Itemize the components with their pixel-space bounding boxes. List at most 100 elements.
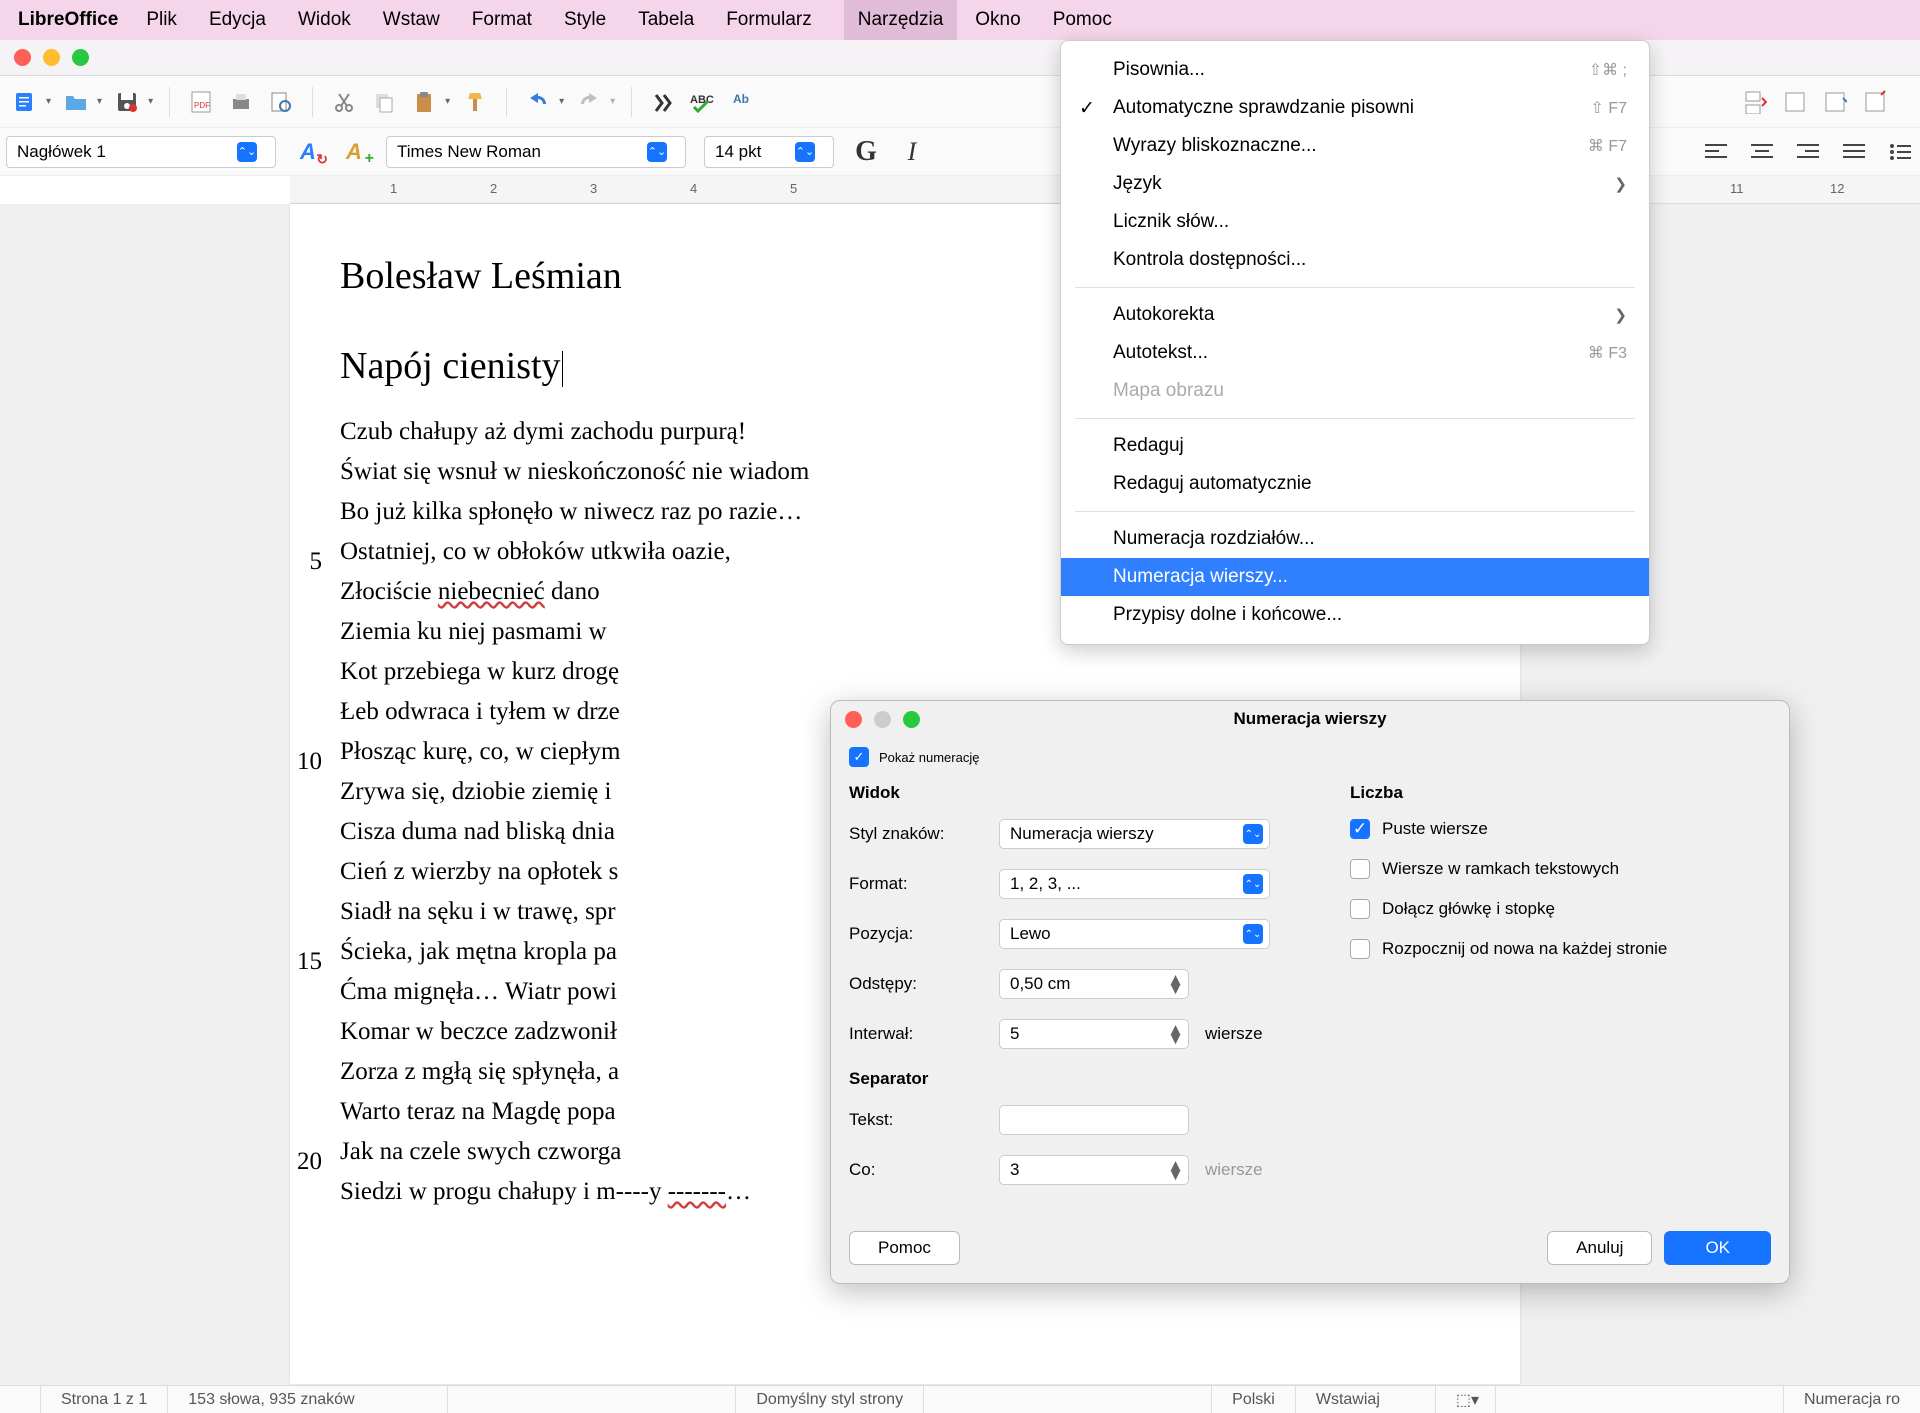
spacing-spinner[interactable]: 0,50 cm▲▼ (999, 969, 1189, 999)
save-icon[interactable] (112, 87, 142, 117)
close-window-icon[interactable] (14, 49, 31, 66)
undo-icon[interactable] (523, 87, 553, 117)
status-wordcount[interactable]: 153 słowa, 935 znaków (168, 1386, 448, 1413)
separator-every-spinner[interactable]: 3▲▼ (999, 1155, 1189, 1185)
menu-tabela[interactable]: Tabela (638, 9, 694, 31)
menu-formularz[interactable]: Formularz (726, 9, 812, 31)
insert-field-icon[interactable] (1780, 87, 1810, 117)
print-icon[interactable] (226, 87, 256, 117)
menu-item[interactable]: Kontrola dostępności... (1061, 241, 1649, 279)
chevron-updown-icon[interactable]: ⌃⌄ (237, 142, 257, 162)
menu-item[interactable]: Wyrazy bliskoznaczne...⌘ F7 (1061, 127, 1649, 165)
dropdown-arrow-icon[interactable]: ▾ (559, 96, 564, 107)
font-size-select[interactable]: ⌃⌄ (704, 136, 834, 168)
help-button[interactable]: Pomoc (849, 1231, 960, 1265)
status-selection-icon[interactable]: ⬚▾ (1436, 1386, 1496, 1413)
align-justify-icon[interactable] (1840, 138, 1868, 166)
clone-format-icon[interactable] (460, 87, 490, 117)
new-style-icon[interactable]: A+ (340, 138, 368, 166)
align-center-icon[interactable] (1748, 138, 1776, 166)
menu-item[interactable]: Przypisy dolne i końcowe... (1061, 596, 1649, 634)
separator-text-input[interactable] (999, 1105, 1189, 1135)
menu-item-label: Numeracja rozdziałów... (1113, 528, 1627, 550)
menu-item[interactable]: Numeracja wierszy... (1061, 558, 1649, 596)
dropdown-arrow-icon[interactable]: ▾ (46, 96, 51, 107)
insert-endnote-icon[interactable] (1860, 87, 1890, 117)
interval-spinner[interactable]: 5▲▼ (999, 1019, 1189, 1049)
align-right-icon[interactable] (1794, 138, 1822, 166)
menu-wstaw[interactable]: Wstaw (383, 9, 440, 31)
status-page-style[interactable]: Domyślny styl strony (736, 1386, 924, 1413)
spellcheck-icon[interactable]: ABC (688, 87, 718, 117)
check-icon: ✓ (1079, 97, 1095, 120)
cancel-button[interactable]: Anuluj (1547, 1231, 1652, 1265)
spellcheck-auto-icon[interactable]: Ab (728, 87, 758, 117)
menu-style[interactable]: Style (564, 9, 606, 31)
paragraph-style-input[interactable] (17, 142, 237, 162)
dropdown-arrow-icon[interactable]: ▾ (148, 96, 153, 107)
menu-separator (1075, 511, 1635, 512)
char-style-select[interactable]: Numeracja wierszy⌃⌄ (999, 819, 1270, 849)
menu-pomoc[interactable]: Pomoc (1053, 9, 1112, 31)
text-frames-checkbox[interactable] (1350, 859, 1370, 879)
menu-format[interactable]: Format (472, 9, 532, 31)
format-select[interactable]: 1, 2, 3, ...⌃⌄ (999, 869, 1270, 899)
insert-header-icon[interactable] (1820, 87, 1850, 117)
copy-icon[interactable] (369, 87, 399, 117)
menu-item[interactable]: Autotekst...⌘ F3 (1061, 334, 1649, 372)
line-number: 20 (297, 1148, 322, 1176)
menu-item[interactable]: Język❯ (1061, 165, 1649, 203)
cut-icon[interactable] (329, 87, 359, 117)
menu-item[interactable]: ✓Automatyczne sprawdzanie pisowni⇧ F7 (1061, 89, 1649, 127)
chevron-updown-icon[interactable]: ⌃⌄ (795, 142, 815, 162)
dialog-titlebar[interactable]: Numeracja wierszy (831, 701, 1789, 737)
poem-line: Kot przebiega w kurz drogę (340, 652, 1470, 692)
minimize-window-icon[interactable] (43, 49, 60, 66)
bullet-list-icon[interactable] (1886, 138, 1914, 166)
interval-unit: wiersze (1205, 1024, 1263, 1044)
align-left-icon[interactable] (1702, 138, 1730, 166)
blank-lines-checkbox[interactable]: ✓ (1350, 819, 1370, 839)
restart-page-checkbox[interactable] (1350, 939, 1370, 959)
bold-icon[interactable]: G (852, 138, 880, 166)
find-replace-icon[interactable] (648, 87, 678, 117)
menu-item-label: Autotekst... (1113, 342, 1588, 364)
dropdown-arrow-icon[interactable]: ▾ (97, 96, 102, 107)
menu-plik[interactable]: Plik (146, 9, 177, 31)
redo-icon[interactable] (574, 87, 604, 117)
update-style-icon[interactable]: A↻ (294, 138, 322, 166)
chevron-updown-icon[interactable]: ⌃⌄ (647, 142, 667, 162)
menu-item[interactable]: Pisownia...⇧⌘ ; (1061, 51, 1649, 89)
paragraph-style-select[interactable]: ⌃⌄ (6, 136, 276, 168)
menu-narzedzia[interactable]: Narzędzia (844, 0, 958, 40)
status-page[interactable]: Strona 1 z 1 (41, 1386, 168, 1413)
menu-item[interactable]: Numeracja rozdziałów... (1061, 520, 1649, 558)
dropdown-arrow-icon[interactable]: ▾ (445, 96, 450, 107)
position-select[interactable]: Lewo⌃⌄ (999, 919, 1270, 949)
new-doc-icon[interactable] (10, 87, 40, 117)
menu-item[interactable]: Licznik słów... (1061, 203, 1649, 241)
menu-item[interactable]: Redaguj automatycznie (1061, 465, 1649, 503)
dropdown-arrow-icon[interactable]: ▾ (610, 96, 615, 107)
export-pdf-icon[interactable]: PDF (186, 87, 216, 117)
menu-item[interactable]: Autokorekta❯ (1061, 296, 1649, 334)
zoom-window-icon[interactable] (72, 49, 89, 66)
show-numbering-checkbox[interactable]: ✓ (849, 747, 869, 767)
print-preview-icon[interactable] (266, 87, 296, 117)
ok-button[interactable]: OK (1664, 1231, 1771, 1265)
menu-item[interactable]: Redaguj (1061, 427, 1649, 465)
italic-icon[interactable]: I (898, 138, 926, 166)
menu-widok[interactable]: Widok (298, 9, 351, 31)
font-size-input[interactable] (715, 142, 795, 162)
font-name-select[interactable]: ⌃⌄ (386, 136, 686, 168)
open-icon[interactable] (61, 87, 91, 117)
page-break-icon[interactable] (1740, 87, 1770, 117)
status-language[interactable]: Polski (1212, 1386, 1296, 1413)
header-footer-checkbox[interactable] (1350, 899, 1370, 919)
menu-okno[interactable]: Okno (975, 9, 1020, 31)
menu-edycja[interactable]: Edycja (209, 9, 266, 31)
paste-icon[interactable] (409, 87, 439, 117)
status-insert-mode[interactable]: Wstawiaj (1296, 1386, 1436, 1413)
status-save-icon[interactable] (0, 1386, 41, 1413)
font-name-input[interactable] (397, 142, 647, 162)
